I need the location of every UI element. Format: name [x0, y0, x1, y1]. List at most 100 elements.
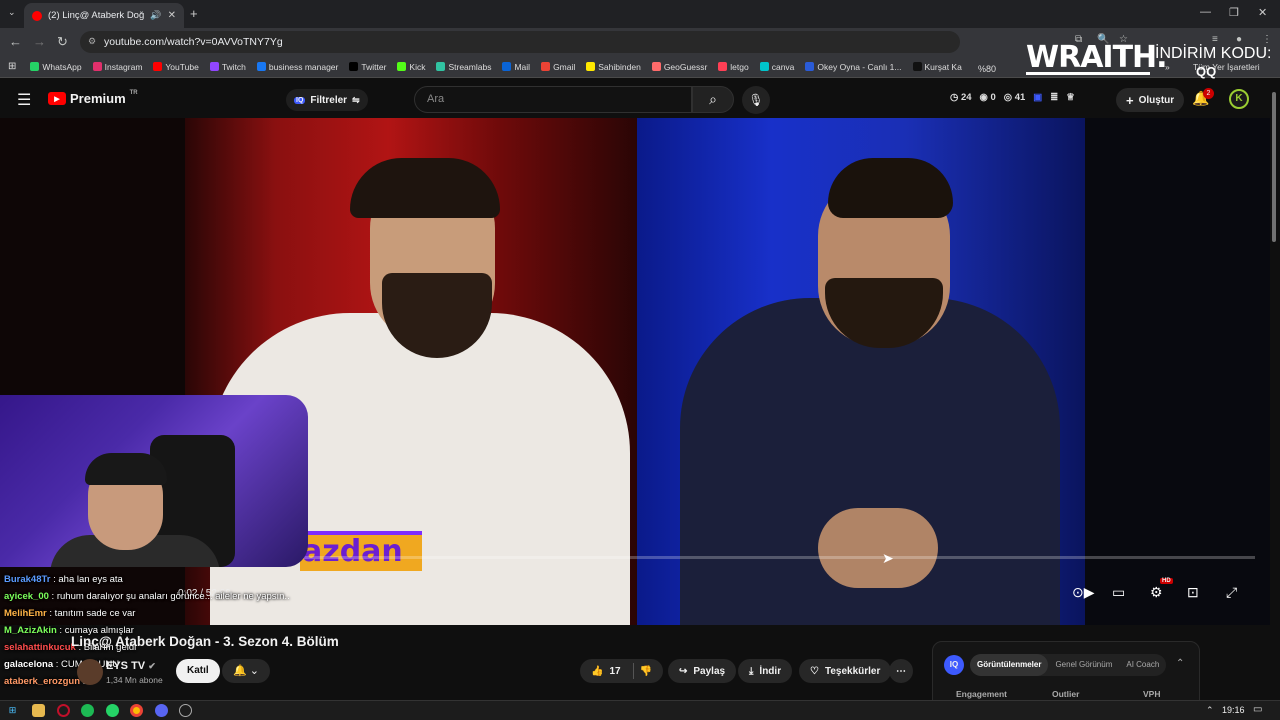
hamburger-menu-icon[interactable]: ☰	[17, 90, 31, 110]
fullscreen-icon[interactable]: ⤢	[1226, 584, 1237, 601]
download-button[interactable]: ⤓ İndir	[738, 659, 793, 683]
tab-views[interactable]: Görüntülenmeler	[970, 654, 1049, 676]
whatsapp-icon[interactable]	[106, 704, 119, 717]
mouse-cursor-icon: ➤	[882, 550, 894, 566]
reload-icon[interactable]: ↻	[57, 34, 68, 50]
channel-name[interactable]: EYS TV ✔	[106, 660, 156, 672]
youtube-premium-logo[interactable]: ▶ Premium TR	[48, 89, 138, 106]
discord-icon[interactable]	[155, 704, 168, 717]
minimize-icon[interactable]: —	[1200, 6, 1211, 18]
theater-mode-icon[interactable]: ⊡	[1187, 584, 1199, 601]
bookmark-item[interactable]: Streamlabs	[436, 62, 491, 72]
vidiq-tabs: Görüntülenmeler Genel Görünüm AI Coach	[970, 654, 1167, 676]
subtitles-icon[interactable]: ▭	[1112, 584, 1125, 601]
profile-icon[interactable]: ●	[1236, 34, 1242, 45]
file-explorer-icon[interactable]	[32, 704, 45, 717]
tray-chevron-icon[interactable]: ⌃	[1206, 705, 1214, 716]
account-avatar[interactable]: K	[1229, 89, 1249, 109]
bookmark-item[interactable]: GeoGuessr	[651, 61, 708, 72]
notification-center-icon[interactable]: ▭	[1253, 704, 1262, 715]
video-title: Linç@ Ataberk Doğan - 3. Sezon 4. Bölüm	[71, 634, 339, 649]
discount-code: QQ	[1196, 64, 1217, 79]
bookmark-item[interactable]: WhatsApp	[30, 62, 82, 72]
spotify-icon[interactable]	[81, 704, 94, 717]
url-field[interactable]: ⚙ youtube.com/watch?v=0AVVoTNY7Yg	[80, 31, 960, 53]
trophy-icon[interactable]: ♕	[1066, 92, 1075, 103]
bookmark-item[interactable]: Twitter	[349, 62, 386, 72]
bookmark-item[interactable]: Gmail	[541, 62, 575, 72]
iq-toolbar-icon[interactable]: ▣	[1033, 92, 1042, 103]
thumbs-down-icon[interactable]: 👎	[640, 666, 652, 677]
bookmark-favicon-icon	[30, 62, 40, 71]
bookmark-label: Okey Oyna - Canlı 1...	[817, 61, 902, 72]
sliders-icon: ⇋	[352, 94, 360, 105]
browser-tab-active[interactable]: (2) Linç@ Ataberk Doğan - 🔊 ✕	[24, 3, 184, 28]
bookmark-label: GeoGuessr	[663, 61, 708, 72]
subscription-bell-button[interactable]: 🔔 ⌄	[222, 659, 270, 683]
settings-gear-icon[interactable]: ⚙	[1150, 584, 1163, 601]
bookmark-item[interactable]: Kurşat Ka	[912, 62, 962, 72]
microphone-icon: 🎙	[748, 93, 764, 107]
restore-icon[interactable]: ❐	[1229, 6, 1239, 19]
bookmark-label: Twitch	[221, 61, 246, 72]
chrome-icon[interactable]	[130, 704, 143, 717]
like-button[interactable]: 👍 17 👎	[580, 659, 664, 683]
search-input[interactable]: Ara	[414, 86, 692, 113]
tab-overview[interactable]: Genel Görünüm	[1048, 654, 1119, 676]
bookmark-item[interactable]: canva	[759, 62, 794, 72]
like-count: 17	[609, 665, 621, 677]
bookmark-item[interactable]: Instagram	[92, 62, 142, 72]
lower-third-caption: azdan	[300, 531, 422, 571]
streamer-headset	[85, 453, 167, 485]
reading-list-icon[interactable]: ≡	[1212, 34, 1218, 45]
join-button[interactable]: Katıl	[176, 659, 220, 683]
bookmark-item[interactable]: Mail	[502, 62, 530, 72]
collapse-chevron-icon[interactable]: ⌃	[1176, 658, 1184, 669]
search-button[interactable]: ⌕	[692, 86, 734, 113]
filters-button[interactable]: IQ Filtreler ⇋	[286, 89, 368, 111]
thumbs-up-icon: 👍	[591, 665, 604, 677]
share-button[interactable]: ↪ Paylaş	[668, 659, 737, 683]
bookmark-label: Sahibinden	[598, 61, 641, 72]
tab-search-icon[interactable]: ⌄	[8, 7, 16, 18]
share-icon: ↪	[679, 665, 688, 677]
bookmark-item[interactable]: letgo	[718, 62, 749, 72]
bookmark-item[interactable]: business manager	[256, 62, 338, 72]
opera-gx-icon[interactable]	[57, 704, 70, 717]
bookmark-item[interactable]: Sahibinden	[586, 62, 641, 72]
bookmark-favicon-icon	[349, 62, 359, 71]
audio-icon[interactable]: 🔊	[150, 10, 161, 21]
youtube-header: ☰ ▶ Premium TR IQ Filtreler ⇋ Ara ⌕ 🎙 ◷ …	[0, 80, 1280, 118]
close-tab-icon[interactable]: ✕	[168, 10, 176, 21]
more-actions-button[interactable]: ⋯	[889, 659, 913, 683]
chat-username: M_AzizAkin	[4, 625, 57, 636]
voice-search-button[interactable]: 🎙	[742, 86, 770, 114]
autoplay-toggle[interactable]: ⊙▶	[1072, 584, 1095, 601]
close-window-icon[interactable]: ✕	[1258, 6, 1267, 19]
progress-bar[interactable]	[300, 556, 1255, 559]
list-icon[interactable]: ≣	[1050, 92, 1058, 103]
bookmark-item[interactable]: YouTube	[153, 62, 199, 72]
tab-ai-coach[interactable]: AI Coach	[1119, 654, 1166, 676]
channel-avatar[interactable]	[77, 659, 103, 685]
thanks-button[interactable]: ♡ Teşekkürler	[799, 659, 892, 683]
forward-icon[interactable]: →	[33, 34, 46, 49]
obs-icon[interactable]	[179, 704, 192, 717]
bookmark-item[interactable]: Kick	[397, 62, 425, 72]
download-icon: ⤓	[749, 665, 754, 677]
verified-check-icon: ✔	[148, 661, 156, 671]
site-info-icon[interactable]: ⚙	[88, 36, 96, 47]
new-tab-icon[interactable]: +	[190, 6, 198, 21]
bookmark-item[interactable]: Twitch	[209, 61, 246, 72]
logo-region: TR	[129, 89, 138, 96]
bookmark-item[interactable]: Okey Oyna - Canlı 1...	[805, 61, 902, 72]
page-scrollbar[interactable]	[1272, 92, 1276, 242]
chat-message: Burak48Tr : aha lan eys ata	[4, 571, 324, 588]
windows-start-icon[interactable]: ⊞	[6, 704, 19, 717]
back-icon[interactable]: ←	[9, 34, 22, 49]
col-vph: VPH	[1143, 689, 1161, 699]
menu-kebab-icon[interactable]: ⋮	[1262, 34, 1272, 45]
apps-grid-icon[interactable]: ⊞	[8, 61, 16, 72]
bookmark-favicon-icon	[502, 62, 512, 71]
create-button[interactable]: + Oluştur	[1116, 88, 1185, 112]
